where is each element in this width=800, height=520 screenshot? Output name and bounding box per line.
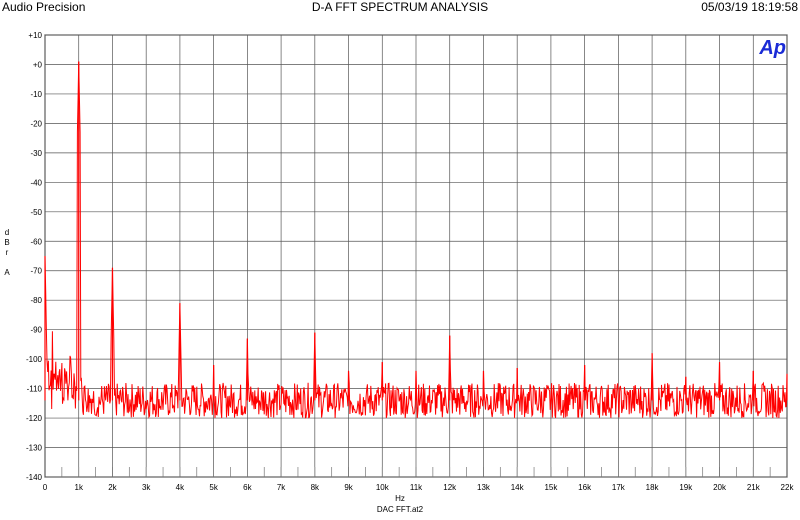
x-tick-label: 4k — [176, 483, 185, 492]
x-tick-label: 10k — [376, 483, 390, 492]
y-tick-label: -20 — [30, 119, 42, 128]
x-tick-label: 1k — [75, 483, 84, 492]
x-tick-label: 14k — [511, 483, 525, 492]
y-tick-label: -130 — [26, 444, 43, 453]
x-tick-label: 22k — [781, 483, 795, 492]
x-tick-label: 15k — [544, 483, 558, 492]
x-tick-label: 18k — [646, 483, 660, 492]
footnote: DAC FFT.at2 — [376, 505, 424, 514]
x-tick-label: 3k — [142, 483, 151, 492]
y-tick-label: -80 — [30, 296, 42, 305]
x-tick-label: 20k — [713, 483, 727, 492]
ap-logo: Ap — [758, 37, 786, 59]
x-tick-label: 8k — [311, 483, 320, 492]
y-tick-label: -110 — [27, 385, 43, 394]
x-tick-label: 12k — [443, 483, 457, 492]
x-tick-label: 17k — [612, 483, 626, 492]
x-tick-label: 5k — [209, 483, 218, 492]
x-axis-label: Hz — [395, 494, 405, 503]
y-axis-label-char: d — [4, 228, 10, 237]
y-tick-label: -40 — [30, 178, 42, 187]
y-axis-label-char: B — [4, 238, 10, 247]
x-tick-label: 9k — [344, 483, 353, 492]
y-tick-label: -70 — [30, 267, 42, 276]
x-tick-label: 19k — [679, 483, 693, 492]
x-tick-labels: 0 1k 2k 3k 4k 5k 6k 7k 8k 9k 10k 11k 12k 13k 14k 15k 16k… — [43, 483, 795, 492]
y-tick-label: -10 — [30, 90, 42, 99]
y-tick-label: -120 — [26, 414, 43, 423]
y-axis-label-char: r — [5, 248, 9, 257]
y-axis-label-char: A — [4, 268, 10, 277]
y-tick-label: -50 — [30, 208, 42, 217]
x-tick-label: 2k — [108, 483, 117, 492]
x-tick-label: 11k — [410, 483, 423, 492]
y-tick-label: +0 — [33, 60, 43, 69]
y-tick-label: -100 — [26, 355, 43, 364]
x-tick-label: 6k — [243, 483, 252, 492]
y-tick-label: -60 — [30, 237, 42, 246]
x-tick-label: 21k — [747, 483, 761, 492]
x-tick-label: 16k — [578, 483, 592, 492]
y-tick-labels: +10 +0 -10 -20 -30 -40 -50 -60 -70 -80 -90 -100 -110… — [26, 31, 43, 482]
y-tick-label: +10 — [28, 31, 42, 40]
x-tick-label: 13k — [477, 483, 491, 492]
x-tick-label: 7k — [277, 483, 286, 492]
y-tick-label: -90 — [30, 326, 42, 335]
x-tick-label: 0 — [43, 483, 48, 492]
fft-spectrum-chart: +10 +0 -10 -20 -30 -40 -50 -60 -70 -80 -90 -100 -110… — [26, 31, 795, 492]
y-tick-label: -30 — [30, 149, 42, 158]
y-tick-label: -140 — [26, 473, 43, 482]
